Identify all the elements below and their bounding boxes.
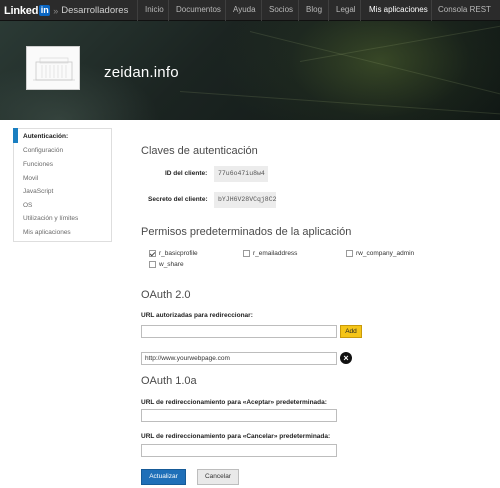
permission-w-share[interactable]: w_share: [149, 261, 184, 268]
sidebar-item-mis-aplicaciones[interactable]: Mis aplicaciones: [23, 229, 71, 236]
permission-checkbox[interactable]: [346, 250, 353, 257]
permission-label: r_basicprofile: [159, 250, 198, 257]
nav-divider: [137, 0, 138, 21]
accept-redirect-input[interactable]: [141, 409, 337, 422]
permission-rw-company-admin[interactable]: rw_company_admin: [346, 250, 414, 257]
sidebar-item-funciones[interactable]: Funciones: [23, 161, 53, 168]
sidebar-item-os[interactable]: OS: [23, 202, 32, 209]
sidebar-item-javascript[interactable]: JavaScript: [23, 188, 53, 195]
accept-redirect-label: URL de redireccionamiento para «Aceptar»…: [141, 399, 327, 406]
app-logo-image: [26, 46, 80, 90]
linkedin-logo[interactable]: Linked in » Desarrolladores: [4, 3, 128, 18]
nav-link-inicio[interactable]: Inicio: [145, 5, 164, 14]
update-button[interactable]: Actualizar: [141, 469, 186, 485]
permission-label: r_emailaddress: [253, 250, 298, 257]
nav-divider: [360, 0, 361, 21]
permission-checkbox[interactable]: [243, 250, 250, 257]
nav-link-ayuda[interactable]: Ayuda: [233, 5, 256, 14]
nav-link-blog[interactable]: Blog: [306, 5, 322, 14]
permission-label: rw_company_admin: [356, 250, 415, 257]
permission-checkbox[interactable]: [149, 261, 156, 268]
cancel-redirect-input[interactable]: [141, 444, 337, 457]
cancel-redirect-label: URL de redireccionamiento para «Cancelar…: [141, 433, 331, 440]
nav-link-documentos[interactable]: Documentos: [176, 5, 221, 14]
client-secret-label: Secreto del cliente:: [148, 196, 208, 203]
cancel-button[interactable]: Cancelar: [197, 469, 239, 485]
brand-in-badge: in: [39, 5, 51, 16]
auth-keys-heading: Claves de autenticación: [141, 145, 258, 157]
client-id-label: ID del cliente:: [165, 170, 208, 177]
nav-link-mis-aplicaciones[interactable]: Mis aplicaciones: [369, 5, 428, 14]
top-nav-bar: Linked in » Desarrolladores Inicio Docum…: [0, 0, 500, 21]
remove-url-icon[interactable]: ×: [340, 352, 352, 364]
sidebar-item-autenticacion[interactable]: Autenticación:: [23, 133, 68, 140]
permissions-heading: Permisos predeterminados de la aplicació…: [141, 226, 352, 238]
oauth2-heading: OAuth 2.0: [141, 289, 191, 301]
sidebar-item-movil[interactable]: Movil: [23, 175, 38, 182]
client-id-value: 77u6o47iu8w4: [214, 166, 268, 182]
nav-link-legal[interactable]: Legal: [336, 5, 356, 14]
nav-divider: [261, 0, 262, 21]
nav-divider: [225, 0, 226, 21]
nav-divider: [168, 0, 169, 21]
brand-separator: »: [53, 5, 59, 16]
redirect-url-entry: http://www.yourwebpage.com: [141, 352, 337, 365]
sidebar-active-indicator: [13, 128, 18, 143]
nav-divider: [431, 0, 432, 21]
client-secret-value: bYJH6V28VCqj8C2: [214, 192, 277, 208]
permission-checkbox[interactable]: [149, 250, 156, 257]
permission-r-basicprofile[interactable]: r_basicprofile: [149, 250, 198, 257]
permission-r-emailaddress[interactable]: r_emailaddress: [243, 250, 297, 257]
banner-glow: [220, 21, 500, 120]
settings-sidebar: Autenticación: Configuración Funciones M…: [13, 128, 112, 242]
redirect-url-input[interactable]: [141, 325, 337, 338]
brand-section: Desarrolladores: [61, 5, 129, 16]
app-header-banner: zeidan.info: [0, 21, 500, 120]
building-icon: [33, 57, 75, 81]
nav-link-consola-rest[interactable]: Consola REST: [438, 5, 491, 14]
sidebar-item-utilizacion[interactable]: Utilización y límites: [23, 215, 78, 222]
brand-wordmark: Linked: [4, 4, 39, 17]
app-name: zeidan.info: [104, 64, 179, 81]
redirect-urls-label: URL autorizadas para redireccionar:: [141, 312, 253, 319]
nav-link-socios[interactable]: Socios: [269, 5, 293, 14]
sidebar-item-configuracion[interactable]: Configuración: [23, 147, 63, 154]
oauth1-heading: OAuth 1.0a: [141, 375, 197, 387]
add-url-button[interactable]: Add: [340, 325, 362, 338]
permission-label: w_share: [159, 261, 184, 268]
nav-divider: [328, 0, 329, 21]
nav-divider: [298, 0, 299, 21]
